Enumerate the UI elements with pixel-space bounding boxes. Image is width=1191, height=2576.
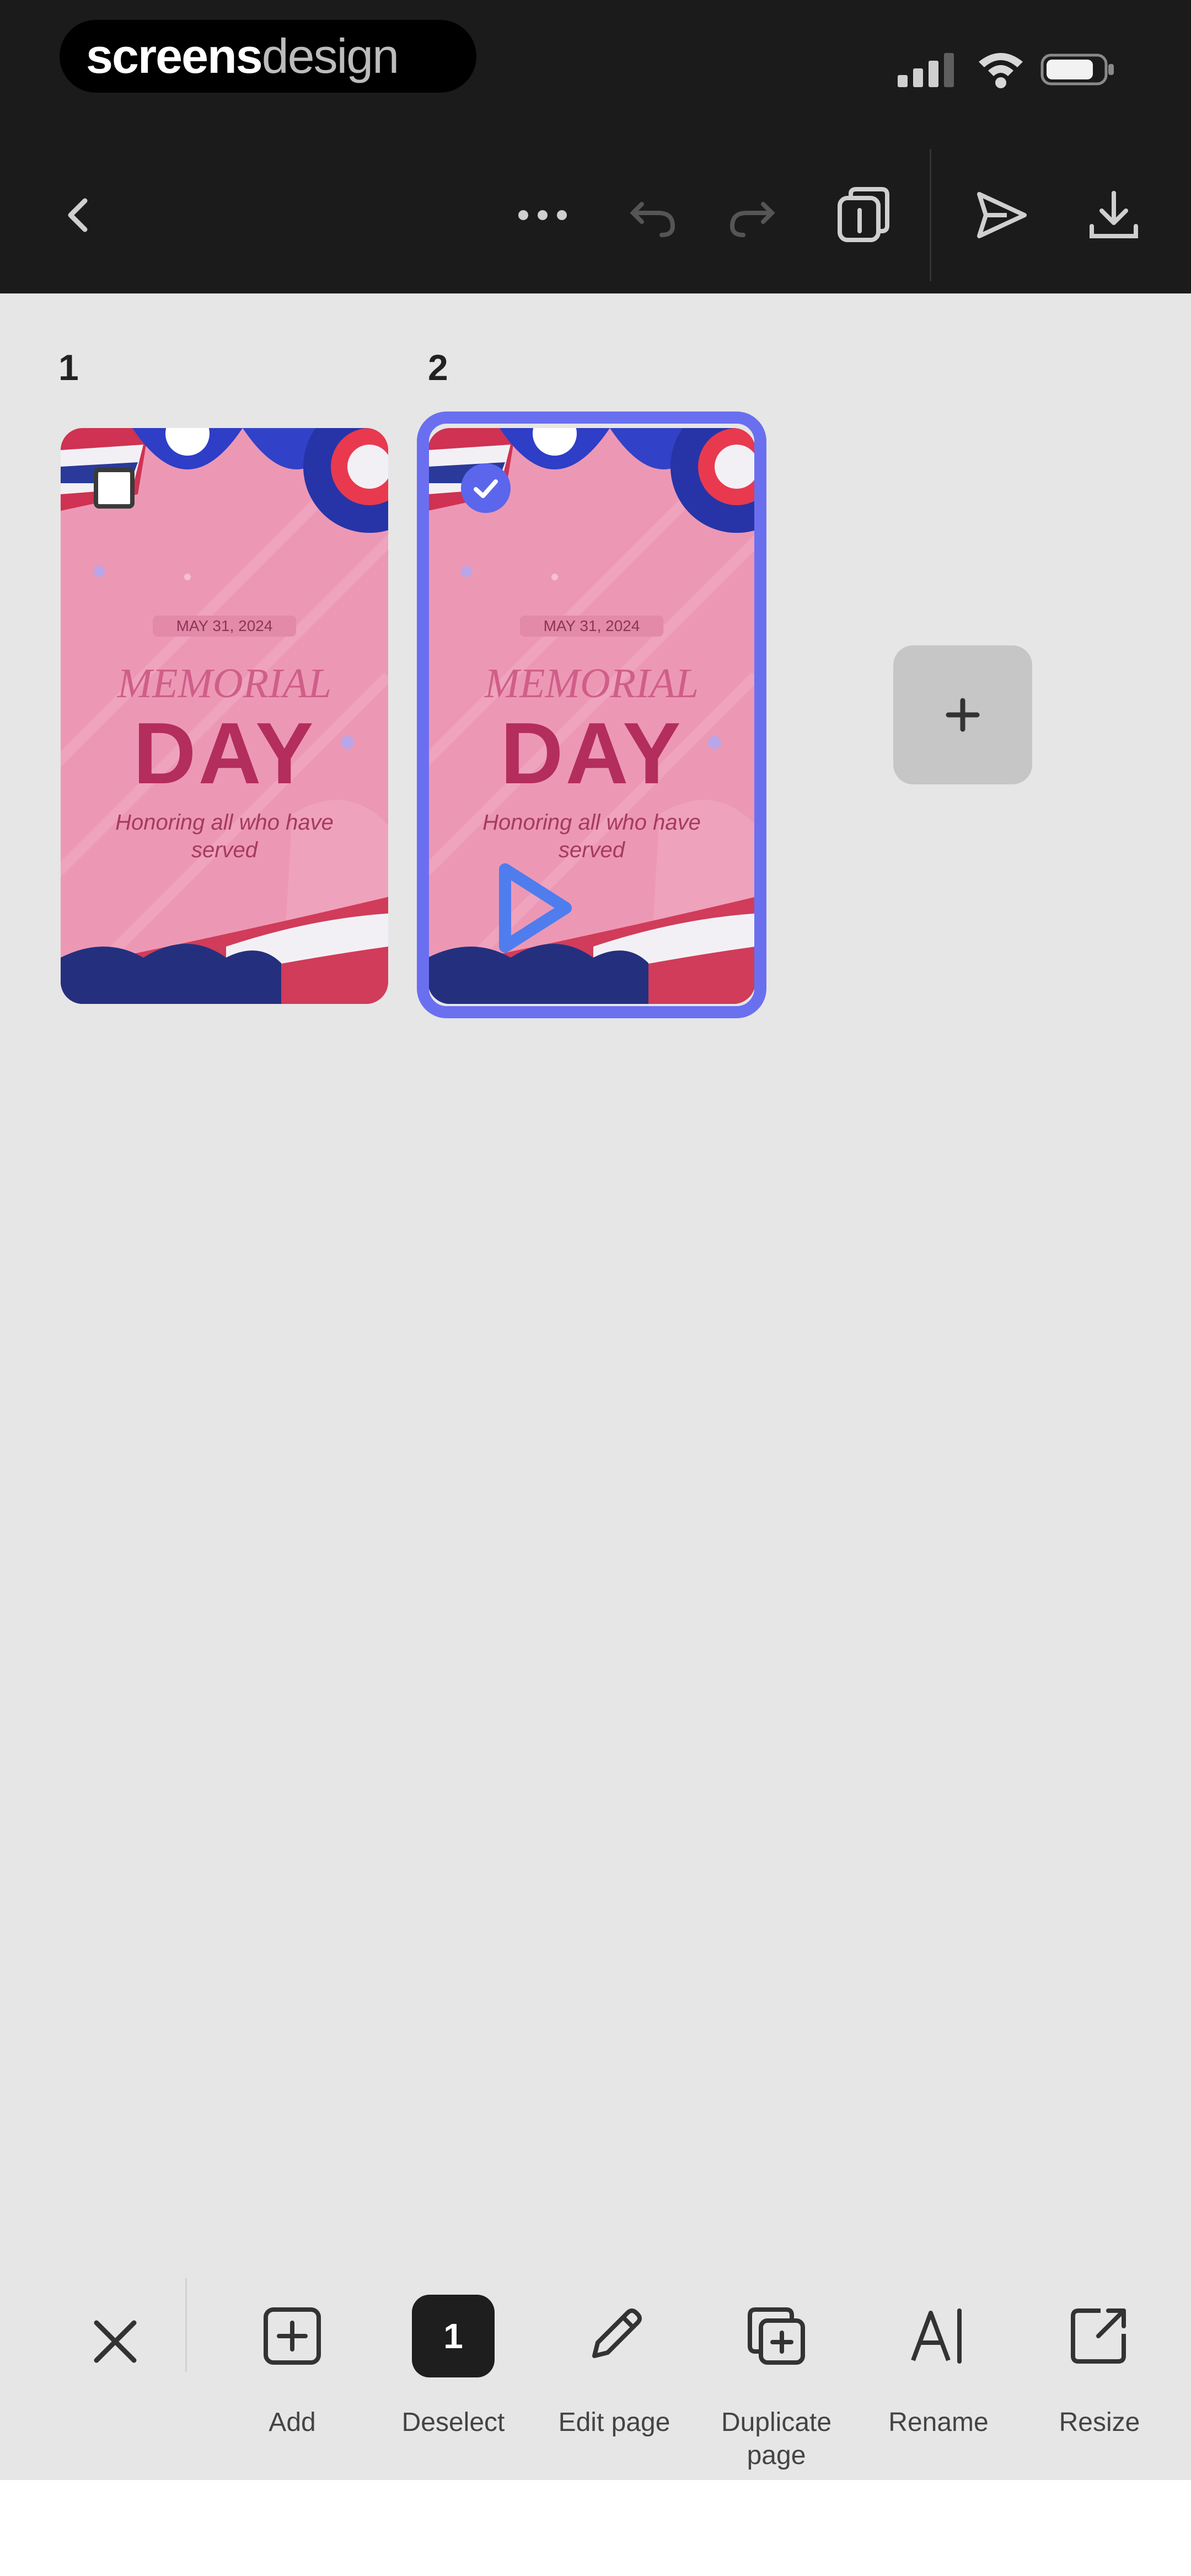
thumb-subtitle: Honoring all who have served xyxy=(115,810,334,862)
brand-text-bold: screens xyxy=(86,29,263,83)
brand-text-light: design xyxy=(261,29,399,83)
bottom-divider xyxy=(185,2278,187,2372)
more-options-button[interactable] xyxy=(509,182,576,248)
edit-page-label: Edit page xyxy=(558,2408,670,2437)
cellular-signal-icon xyxy=(898,53,954,87)
pages-button[interactable] xyxy=(829,182,895,248)
resize-label: Resize xyxy=(1059,2408,1140,2437)
rename-icon xyxy=(897,2295,980,2377)
page-2-checkbox-checked[interactable] xyxy=(461,463,511,513)
duplicate-icon xyxy=(735,2295,818,2377)
deselect-label: Deselect xyxy=(401,2408,505,2437)
selection-count: 1 xyxy=(412,2295,495,2377)
page-number-1: 1 xyxy=(58,347,79,388)
checkmark-icon xyxy=(474,479,498,498)
redo-button[interactable] xyxy=(719,182,785,248)
share-icon xyxy=(977,192,1027,238)
top-bar: screens design xyxy=(0,0,1191,293)
duplicate-page-label: Duplicate page xyxy=(721,2408,832,2470)
download-button[interactable] xyxy=(1081,182,1147,248)
undo-button[interactable] xyxy=(620,182,686,248)
back-button[interactable] xyxy=(46,182,112,248)
pages-icon xyxy=(838,187,889,242)
rename-button[interactable]: Rename xyxy=(861,2295,1016,2477)
thumb-title-line1: MEMORIAL xyxy=(117,660,332,707)
thumb-title-line2: DAY xyxy=(133,705,316,802)
more-icon xyxy=(518,210,567,220)
close-selection-button[interactable] xyxy=(79,2306,151,2377)
add-page-button[interactable] xyxy=(893,645,1032,784)
plus-icon xyxy=(946,698,980,732)
download-icon xyxy=(1090,191,1138,238)
page-manager-screen: screens design 1 2 MAY 31, 2024 MEMORIAL… xyxy=(0,0,1191,2576)
duplicate-page-button[interactable]: Duplicate page xyxy=(699,2295,854,2477)
page-number-2: 2 xyxy=(428,347,448,388)
rename-label: Rename xyxy=(888,2408,989,2437)
wifi-icon xyxy=(979,53,1023,88)
page-thumbnail-1[interactable]: MAY 31, 2024 MEMORIAL DAY Honoring all w… xyxy=(61,428,388,1004)
edit-page-button[interactable]: Edit page xyxy=(537,2295,691,2477)
brand-logo: screens design xyxy=(60,20,476,93)
resize-icon xyxy=(1058,2295,1141,2377)
page-1-checkbox[interactable] xyxy=(94,468,135,509)
toolbar-divider xyxy=(930,149,931,281)
close-icon xyxy=(94,2320,137,2363)
undo-icon xyxy=(630,202,675,237)
resize-button[interactable]: Resize xyxy=(1022,2295,1177,2477)
pencil-icon xyxy=(573,2295,656,2377)
selection-count-badge: 1 xyxy=(412,2295,495,2377)
share-button[interactable] xyxy=(968,182,1034,248)
add-button[interactable]: Add xyxy=(215,2295,369,2477)
battery-icon xyxy=(1040,54,1114,85)
add-label: Add xyxy=(269,2408,316,2437)
add-page-icon xyxy=(251,2295,334,2377)
back-icon xyxy=(68,198,88,232)
deselect-button[interactable]: 1 Deselect xyxy=(376,2295,530,2477)
home-indicator-area xyxy=(0,2480,1191,2576)
thumb-date: MAY 31, 2024 xyxy=(153,616,296,637)
redo-icon xyxy=(729,202,775,237)
